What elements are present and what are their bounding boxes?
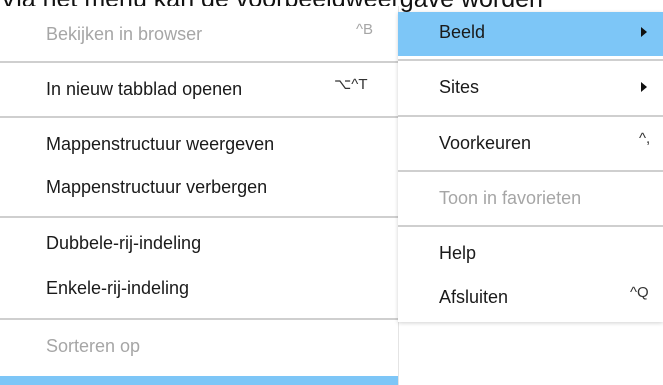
menu-separator (398, 170, 663, 172)
menu-item-label: Afsluiten (439, 287, 509, 307)
menu-item-open-new-tab[interactable]: In nieuw tabblad openen ⌥^T (0, 69, 398, 109)
menu-item-sites[interactable]: Sites (398, 67, 663, 107)
menu-item-label: Enkele-rij-indeling (46, 278, 190, 298)
menu-item-label: Mappenstructuur weergeven (46, 134, 275, 154)
menu-item-label: Sites (439, 77, 480, 97)
menu-item-label: In nieuw tabblad openen (46, 79, 243, 99)
menu-item-sort-by: Sorteren op (0, 326, 398, 366)
menu-item-view[interactable]: Beeld (398, 12, 663, 56)
menu-item-shortcut: ^Q (630, 284, 649, 301)
menu-item-shortcut: ^, (639, 130, 651, 147)
highlighted-menu-item[interactable] (0, 376, 398, 385)
menu-item-label: Help (439, 243, 477, 263)
menu-item-shortcut: ⌥^T (334, 76, 368, 93)
menu-separator (398, 115, 663, 117)
menu-separator (398, 59, 663, 61)
submenu-arrow-icon (641, 82, 647, 92)
menu-item-show-in-favorites: Toon in favorieten (398, 178, 663, 218)
menu-item-hide-folder-structure[interactable]: Mappenstructuur verbergen (0, 167, 398, 207)
menu-separator (0, 116, 398, 118)
menu-separator (0, 61, 398, 63)
menu-item-double-row-layout[interactable]: Dubbele-rij-indeling (0, 223, 398, 263)
menu-item-label: Bekijken in browser (46, 24, 203, 44)
app-menu: Beeld Sites Voorkeuren ^, Toon in favori… (398, 12, 663, 322)
menu-item-label: Sorteren op (46, 336, 141, 356)
menu-item-preferences[interactable]: Voorkeuren ^, (398, 123, 663, 163)
menu-item-view-in-browser: Bekijken in browser ^B (0, 14, 398, 54)
menu-separator (0, 216, 398, 218)
context-menu: Bekijken in browser ^B In nieuw tabblad … (0, 6, 399, 385)
menu-item-show-folder-structure[interactable]: Mappenstructuur weergeven (0, 124, 398, 164)
menu-item-label: Dubbele-rij-indeling (46, 233, 202, 253)
submenu-arrow-icon (641, 27, 647, 37)
menu-item-label: Mappenstructuur verbergen (46, 177, 268, 197)
menu-separator (0, 318, 398, 320)
menu-item-shortcut: ^B (356, 21, 374, 38)
menu-separator (398, 225, 663, 227)
menu-item-help[interactable]: Help (398, 233, 663, 273)
menu-item-label: Voorkeuren (439, 133, 532, 153)
menu-item-label: Toon in favorieten (439, 188, 582, 208)
menu-item-quit[interactable]: Afsluiten ^Q (398, 277, 663, 317)
menu-item-single-row-layout[interactable]: Enkele-rij-indeling (0, 268, 398, 308)
menu-item-label: Beeld (439, 22, 486, 42)
